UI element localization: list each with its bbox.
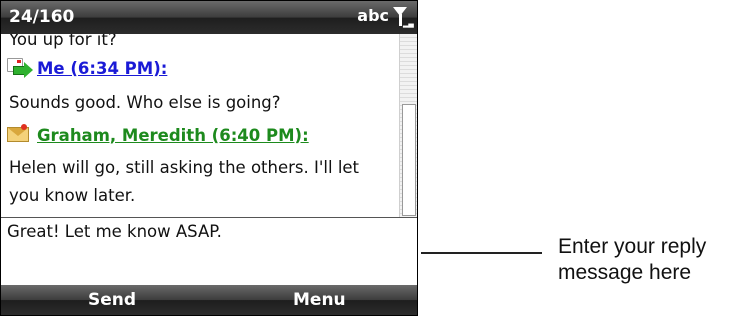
message-text: Helen will go, still asking the others. …: [9, 158, 360, 177]
reply-text: Great! Let me know ASAP.: [7, 222, 222, 241]
message-sender-me[interactable]: Me (6:34 PM):: [7, 57, 167, 79]
sender-label: Graham, Meredith (6:40 PM):: [37, 125, 309, 145]
input-mode-indicator: abc: [357, 6, 389, 25]
callout-line-1: Enter your reply: [558, 235, 707, 258]
callout-annotation: Enter your reply message here: [558, 234, 736, 286]
received-envelope-icon: [7, 124, 33, 146]
callout-line-2: message here: [558, 261, 692, 284]
message-text: You up for it?: [9, 34, 117, 49]
conversation-view[interactable]: You up for it? Me (6:34 PM): Sounds good…: [1, 34, 399, 217]
phone-screen: 24/160 abc ▂▄ You up for it? Me (6:34 PM…: [0, 0, 418, 316]
callout-pointer-line: [421, 252, 542, 254]
message-text: Sounds good. Who else is going?: [9, 93, 281, 112]
antenna-signal-icon: ▂▄: [393, 6, 414, 28]
character-counter: 24/160: [9, 7, 75, 27]
scrollbar-thumb[interactable]: [402, 104, 416, 216]
message-text: you know later.: [9, 186, 136, 205]
message-sender-graham[interactable]: Graham, Meredith (6:40 PM):: [7, 124, 309, 146]
send-softkey[interactable]: Send: [88, 290, 136, 310]
softkey-bar: Send Menu: [1, 285, 417, 315]
reply-input[interactable]: Great! Let me know ASAP.: [1, 217, 417, 287]
status-indicators: abc ▂▄: [357, 6, 414, 28]
sender-label: Me (6:34 PM):: [37, 58, 168, 78]
menu-softkey[interactable]: Menu: [293, 290, 346, 310]
sent-message-icon: [7, 57, 33, 79]
status-bar: 24/160 abc ▂▄: [1, 1, 417, 34]
conversation-scrollbar[interactable]: [399, 34, 417, 217]
